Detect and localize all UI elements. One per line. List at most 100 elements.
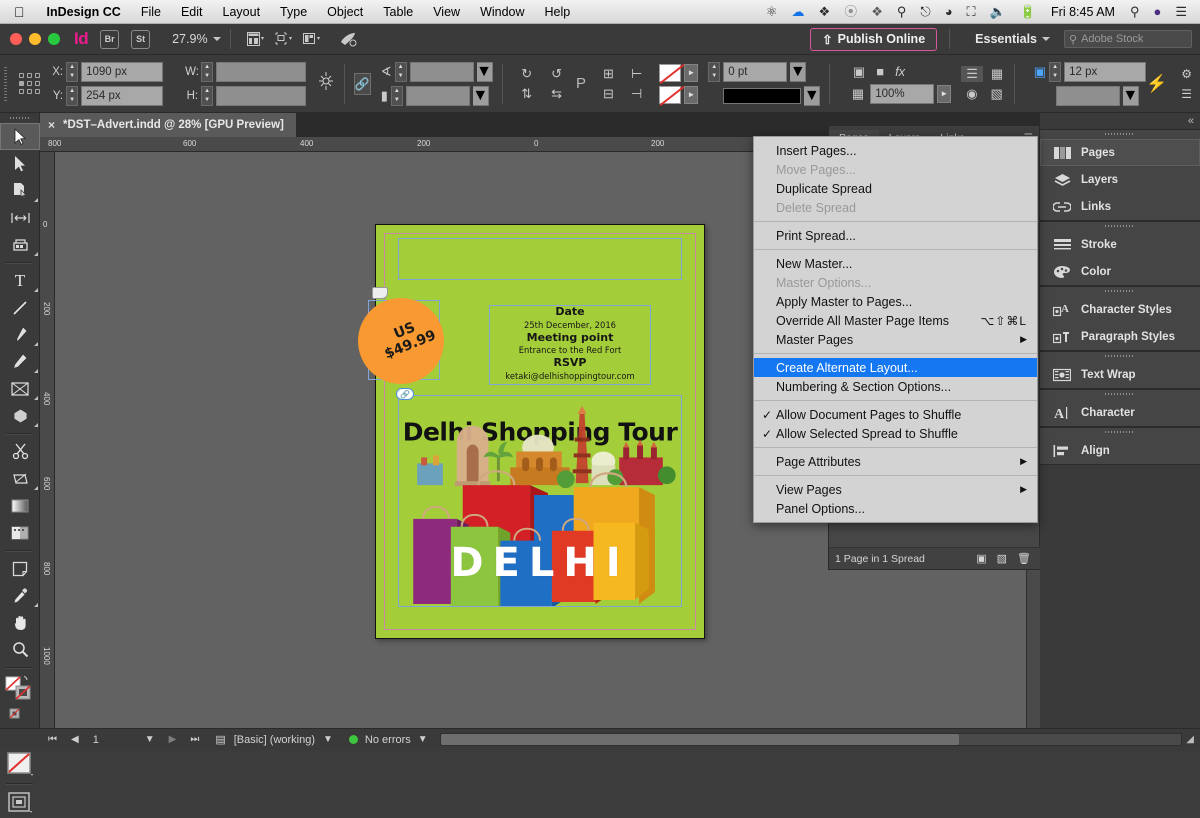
anchored-object-badge-icon[interactable]	[372, 287, 388, 299]
tool-flyout-arrow[interactable]	[30, 423, 38, 427]
dock-item-pages[interactable]: Pages	[1040, 139, 1200, 166]
panel-menu-icon[interactable]: ☰	[1181, 87, 1192, 101]
page-number-field[interactable]: 1	[93, 734, 131, 746]
fill-swatch[interactable]	[659, 63, 682, 82]
rotate-cw-icon[interactable]: ↺	[543, 66, 570, 82]
siri-icon[interactable]: ⚛	[759, 0, 785, 24]
menu-window[interactable]: Window	[470, 0, 534, 24]
pen-tool[interactable]	[0, 321, 40, 348]
gear-icon[interactable]: ⚙	[1181, 67, 1192, 81]
dock-item-stroke[interactable]: Stroke	[1040, 231, 1200, 258]
dock-item-paragraph-styles[interactable]: Paragraph Styles	[1040, 323, 1200, 350]
type-tool[interactable]: T	[0, 267, 40, 294]
gap-tool[interactable]	[0, 204, 40, 231]
shear-stepper[interactable]: ▲ ▼	[390, 85, 403, 106]
menu-type[interactable]: Type	[270, 0, 317, 24]
select-content-icon[interactable]: ■	[872, 64, 888, 79]
creative-cloud-icon[interactable]: ☁	[785, 0, 812, 24]
dock-item-character[interactable]: A Character	[1040, 399, 1200, 426]
title-text-frame[interactable]	[398, 238, 682, 280]
shear-dropdown[interactable]: ▼	[472, 85, 489, 106]
last-page-icon[interactable]: ⏭	[190, 734, 199, 745]
panel-grip[interactable]	[4, 66, 8, 101]
gradient-swatch-tool[interactable]	[0, 492, 40, 519]
corner-shape-dropdown[interactable]: ▼	[1122, 85, 1139, 106]
battery-icon[interactable]: 🔋	[1013, 0, 1043, 24]
h-input[interactable]	[216, 85, 307, 106]
maximize-window-button[interactable]	[48, 33, 60, 45]
new-page-icon[interactable]: ▧	[997, 552, 1007, 565]
text-wrap-jump-icon[interactable]: ▧	[986, 86, 1008, 102]
menu-item-duplicate-spread[interactable]: Duplicate Spread	[754, 179, 1037, 198]
menu-item-new-master[interactable]: New Master...	[754, 254, 1037, 273]
constrain-proportions-icon[interactable]	[318, 71, 334, 96]
tool-flyout-arrow[interactable]	[30, 288, 38, 292]
tools-panel-grip[interactable]	[0, 113, 39, 123]
preflight-status[interactable]: No errors ▼	[341, 734, 436, 746]
align-top-icon[interactable]: ⊞	[596, 66, 621, 82]
stock-button[interactable]: St	[131, 29, 151, 49]
resize-grip-icon[interactable]: ◢	[1186, 734, 1194, 745]
zoom-level-dropdown[interactable]: 27.9%	[172, 32, 221, 46]
rotation-stepper[interactable]: ▲ ▼	[394, 61, 407, 82]
volume-icon[interactable]: 🔈	[983, 0, 1013, 24]
menu-app-name[interactable]: InDesign CC	[37, 0, 131, 24]
rotate-ccw-icon[interactable]: ↻	[513, 66, 540, 82]
note-tool[interactable]	[0, 555, 40, 582]
menu-item-insert-pages[interactable]: Insert Pages...	[754, 141, 1037, 160]
page-tool[interactable]	[0, 177, 40, 204]
dock-item-links[interactable]: Links	[1040, 193, 1200, 220]
dock-group-grip[interactable]	[1040, 222, 1200, 231]
next-page-icon[interactable]: ▶	[169, 734, 177, 745]
screen-mode-icon[interactable]	[244, 30, 268, 48]
quick-apply-icon[interactable]: ⚡	[1146, 74, 1181, 94]
publish-online-button[interactable]: ⇧ Publish Online	[810, 27, 938, 51]
previous-page-icon[interactable]: ◀	[71, 734, 79, 745]
gradient-feather-tool[interactable]	[0, 519, 40, 546]
tool-flyout-arrow[interactable]	[30, 603, 38, 607]
corner-shape-input[interactable]	[1055, 85, 1120, 106]
menu-layout[interactable]: Layout	[213, 0, 271, 24]
dock-collapse-button[interactable]: «	[1040, 113, 1200, 129]
workspace-switcher[interactable]: Essentials	[975, 32, 1050, 46]
rotation-input[interactable]	[409, 61, 474, 82]
stroke-dropdown[interactable]: ►	[684, 85, 699, 104]
arrange-documents-icon[interactable]	[300, 30, 324, 48]
link-scale-button[interactable]: 🔗	[353, 72, 371, 95]
apple-menu-icon[interactable]: 	[0, 0, 37, 24]
artwork-image-frame[interactable]: DELHI	[398, 395, 682, 607]
text-wrap-none-icon[interactable]: ☰	[961, 65, 983, 82]
bluetooth-icon[interactable]: ⎋	[913, 0, 937, 24]
stroke-type-dropdown[interactable]: ▼	[804, 85, 821, 106]
align-left-icon[interactable]: ⊢	[624, 66, 649, 82]
align-right-icon[interactable]: ⊣	[624, 86, 649, 102]
zoom-tool[interactable]	[0, 636, 40, 663]
frame-fitting-icon[interactable]: ▣	[1034, 64, 1046, 80]
container-selector-icon[interactable]: P	[576, 75, 586, 92]
flip-horizontal-icon[interactable]: ⇅	[513, 86, 540, 102]
dock-group-grip[interactable]	[1040, 390, 1200, 399]
effects-fx-icon[interactable]: fx	[891, 64, 909, 79]
free-transform-tool[interactable]	[0, 465, 40, 492]
hand-tool[interactable]	[0, 609, 40, 636]
align-bottom-icon[interactable]: ⊟	[596, 86, 621, 102]
vertical-ruler[interactable]: 0 200 400 600 800 1000	[40, 152, 55, 728]
grid-icon[interactable]: ❖	[864, 0, 890, 24]
fill-dropdown[interactable]: ►	[684, 63, 699, 82]
view-options-icon[interactable]	[272, 30, 296, 48]
dock-item-align[interactable]: Align	[1040, 437, 1200, 464]
menu-item-allow-document-pages-to-shuffle[interactable]: ✓ Allow Document Pages to Shuffle	[754, 405, 1037, 424]
dock-group-grip[interactable]	[1040, 428, 1200, 437]
tool-flyout-arrow[interactable]	[30, 198, 38, 202]
direct-selection-tool[interactable]	[0, 150, 40, 177]
menu-view[interactable]: View	[423, 0, 470, 24]
adobe-stock-search[interactable]: ⚲ Adobe Stock	[1064, 30, 1192, 48]
stroke-weight-dropdown[interactable]: ▼	[790, 61, 807, 82]
document-tab[interactable]: × *DST–Advert.indd @ 28% [GPU Preview]	[40, 113, 296, 137]
search-icon[interactable]: ⚲	[1123, 0, 1147, 24]
dock-group-grip[interactable]	[1040, 352, 1200, 361]
stroke-weight-input[interactable]: 0 pt	[723, 61, 788, 82]
close-icon[interactable]: ×	[48, 118, 55, 132]
text-inset-stepper[interactable]: ▲ ▼	[1049, 61, 1062, 82]
menu-item-create-alternate-layout[interactable]: Create Alternate Layout...	[754, 358, 1037, 377]
